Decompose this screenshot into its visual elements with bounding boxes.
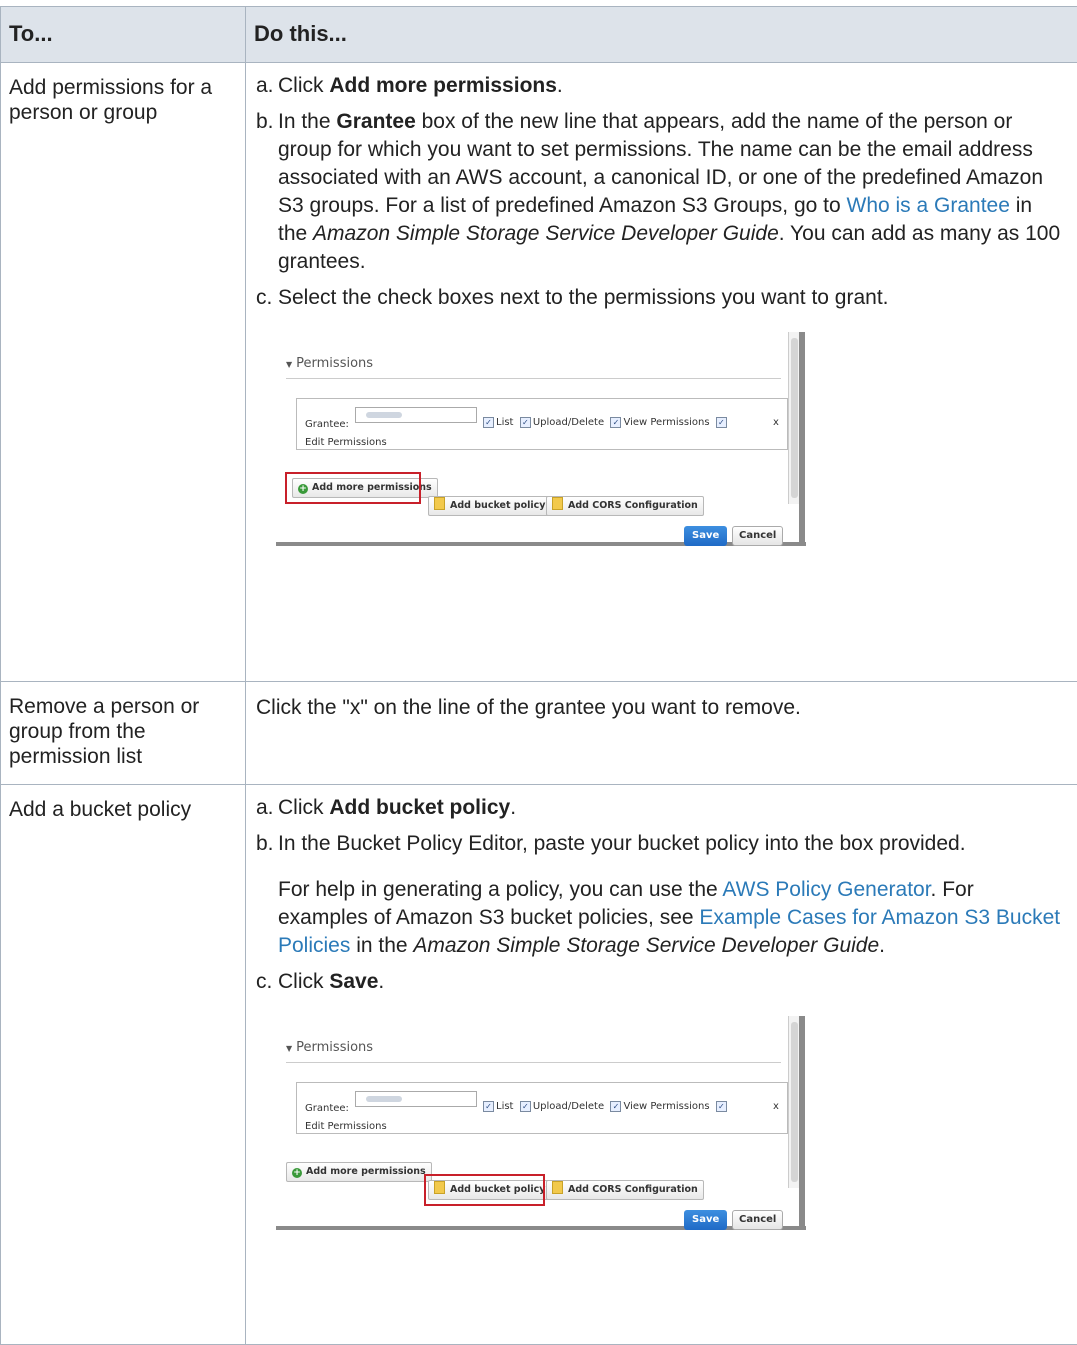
row-steps-bucket-policy: a. Click Add bucket policy. b. In the Bu… [246, 785, 1077, 1345]
save-button: Save [684, 1210, 727, 1230]
collapse-arrow-icon: ▼ [286, 360, 292, 369]
row-label-remove: Remove a person or group from the permis… [1, 682, 246, 785]
add-more-permissions-button: +Add more permissions [286, 1162, 432, 1182]
save-button: Save [684, 526, 727, 546]
policy-help-paragraph: For help in generating a policy, you can… [278, 876, 1067, 960]
aws-policy-generator-link[interactable]: AWS Policy Generator [722, 878, 930, 901]
add-cors-button: Add CORS Configuration [546, 1180, 704, 1200]
remove-grantee-x: x [773, 409, 779, 437]
permissions-section-header: ▼Permissions [286, 350, 781, 379]
checkbox-view: ✓ [610, 417, 621, 428]
permissions-screenshot-2: ▼Permissions Grantee: ✓List ✓Upload/Dele… [276, 1016, 816, 1236]
cancel-button: Cancel [732, 526, 783, 546]
table-header-row: To... Do this... [1, 7, 1077, 63]
highlight-box [424, 1174, 545, 1206]
add-cors-button: Add CORS Configuration [546, 496, 704, 516]
cors-icon [552, 1181, 563, 1194]
step-a: a. Click Add more permissions. [256, 72, 1067, 100]
permissions-table: To... Do this... Add permissions for a p… [0, 6, 1077, 1345]
row-text-remove: Click the "x" on the line of the grantee… [246, 682, 1077, 785]
checkbox-upload: ✓ [520, 1101, 531, 1112]
step-b: b. In the Grantee box of the new line th… [256, 108, 1067, 276]
grantee-input [355, 407, 477, 423]
policy-icon [434, 497, 445, 510]
row-label-bucket-policy: Add a bucket policy [1, 785, 246, 1345]
grantee-input [355, 1091, 477, 1107]
checkbox-view: ✓ [610, 1101, 621, 1112]
who-is-grantee-link[interactable]: Who is a Grantee [847, 194, 1010, 217]
table-row: Add a bucket policy a. Click Add bucket … [1, 785, 1077, 1345]
checkbox-list: ✓ [483, 417, 494, 428]
row-label-add-permissions: Add permissions for a person or group [1, 63, 246, 682]
add-bucket-policy-button: Add bucket policy [428, 496, 551, 516]
collapse-arrow-icon: ▼ [286, 1044, 292, 1053]
checkbox-list: ✓ [483, 1101, 494, 1112]
plus-icon: + [292, 1168, 302, 1178]
header-do-this: Do this... [246, 7, 1077, 63]
checkbox-upload: ✓ [520, 417, 531, 428]
checkbox-edit: ✓ [716, 1101, 727, 1112]
cors-icon [552, 497, 563, 510]
step-c: c. Select the check boxes next to the pe… [256, 284, 1067, 312]
step-c: c. Click Save. [256, 968, 1067, 996]
step-b: b. In the Bucket Policy Editor, paste yo… [256, 830, 1067, 858]
step-a: a. Click Add bucket policy. [256, 794, 1067, 822]
table-row: Remove a person or group from the permis… [1, 682, 1077, 785]
table-row: Add permissions for a person or group a.… [1, 63, 1077, 682]
permissions-screenshot-1: ▼Permissions Grantee: ✓List ✓Upload/Dele… [276, 332, 816, 552]
row-steps-add-permissions: a. Click Add more permissions. b. In the… [246, 63, 1077, 682]
grantee-row: Grantee: ✓List ✓Upload/Delete ✓View Perm… [296, 1082, 788, 1134]
header-to: To... [1, 7, 246, 63]
cancel-button: Cancel [732, 1210, 783, 1230]
checkbox-edit: ✓ [716, 417, 727, 428]
highlight-box [285, 472, 421, 504]
grantee-row: Grantee: ✓List ✓Upload/Delete ✓View Perm… [296, 398, 788, 450]
remove-grantee-x: x [773, 1093, 779, 1121]
permissions-section-header: ▼Permissions [286, 1034, 781, 1063]
